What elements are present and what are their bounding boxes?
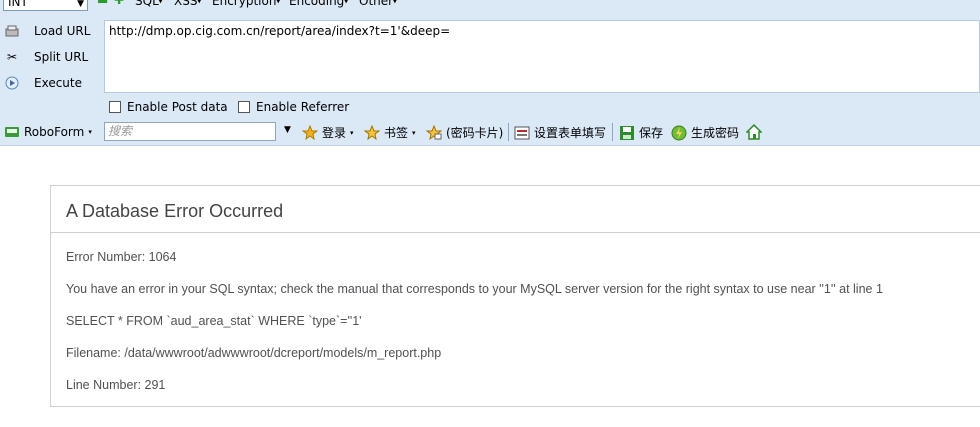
roboform-icon: [4, 124, 20, 140]
scissors-icon: ✂: [6, 50, 18, 64]
minus-icon[interactable]: ▬: [97, 0, 108, 6]
roboform-label: RoboForm: [24, 125, 85, 139]
menu-sql-label: SQL: [135, 0, 159, 8]
login-button[interactable]: 登录 ▾: [302, 124, 354, 141]
plus-icon[interactable]: ✚: [114, 0, 124, 6]
login-label: 登录: [322, 126, 347, 140]
fill-forms-label: 设置表单填写: [534, 126, 607, 140]
checkbox-box[interactable]: [109, 101, 121, 113]
menu-encoding-label: Encoding: [289, 0, 345, 8]
toolbar-separator: [612, 123, 613, 141]
menu-encryption[interactable]: Encryption▾: [212, 0, 280, 8]
form-icon: [514, 125, 530, 141]
bookmarks-button[interactable]: 书签 ▾: [364, 124, 416, 141]
enable-referrer-checkbox[interactable]: Enable Referrer: [238, 100, 349, 114]
checkbox-box[interactable]: [238, 101, 250, 113]
password-cards-button[interactable]: (密码卡片): [426, 124, 503, 141]
enable-post-label: Enable Post data: [127, 100, 228, 114]
error-line-number: Line Number: 291: [66, 378, 166, 392]
roboform-search-input[interactable]: 搜索: [104, 122, 276, 141]
menu-encoding[interactable]: Encoding▾: [289, 0, 348, 8]
chevron-down-icon: ▾: [412, 128, 416, 137]
error-message: You have an error in your SQL syntax; ch…: [66, 282, 883, 296]
error-title: A Database Error Occurred: [66, 201, 284, 221]
bookmarks-label: 书签: [384, 126, 409, 140]
load-url-label: Load URL: [34, 24, 91, 38]
error-panel: A Database Error Occurred Error Number: …: [50, 185, 980, 407]
int-select-value: INT: [8, 0, 28, 9]
bookmark-star-icon: [364, 124, 380, 141]
error-divider: [51, 232, 980, 233]
menu-xss-label: XSS: [174, 0, 198, 8]
int-select[interactable]: INT ▼: [3, 0, 88, 11]
generate-password-button[interactable]: 生成密码: [671, 124, 739, 141]
enable-post-checkbox[interactable]: Enable Post data: [109, 100, 228, 114]
save-icon: [619, 125, 635, 141]
load-url-icon: [4, 23, 20, 39]
split-url-button[interactable]: ✂ Split URL: [2, 46, 100, 68]
menu-other[interactable]: Other▾: [359, 0, 397, 8]
toolbar-separator: [508, 123, 509, 141]
url-textarea[interactable]: http://dmp.op.cig.com.cn/report/area/ind…: [104, 20, 980, 93]
password-cards-label: (密码卡片): [446, 126, 504, 140]
execute-button[interactable]: Execute: [2, 72, 100, 94]
fill-forms-button[interactable]: 设置表单填写: [514, 124, 606, 141]
password-card-icon: [426, 124, 442, 141]
play-icon: [4, 75, 20, 91]
error-query: SELECT * FROM `aud_area_stat` WHERE `typ…: [66, 314, 362, 328]
roboform-toolbar: RoboForm ▾ 搜索 ▼ 登录 ▾ 书签 ▾ (密码卡片) 设置表单填写 …: [0, 118, 980, 146]
menu-xss[interactable]: XSS▾: [174, 0, 201, 8]
login-icon: [302, 124, 318, 141]
enable-referrer-label: Enable Referrer: [256, 100, 350, 114]
execute-label: Execute: [34, 76, 82, 90]
home-icon: [746, 124, 762, 140]
error-number: Error Number: 1064: [66, 250, 177, 264]
menu-encryption-label: Encryption: [212, 0, 277, 8]
search-dropdown-icon[interactable]: ▼: [284, 125, 291, 135]
load-url-button[interactable]: Load URL: [2, 20, 100, 42]
roboform-menu[interactable]: RoboForm ▾: [4, 124, 92, 140]
save-label: 保存: [639, 126, 664, 140]
save-button[interactable]: 保存: [619, 124, 663, 141]
home-button[interactable]: [746, 124, 766, 140]
chevron-down-icon: ▾: [88, 128, 92, 136]
error-filename: Filename: /data/wwwroot/adwwwroot/dcrepo…: [66, 346, 442, 360]
menu-other-label: Other: [359, 0, 394, 8]
chevron-down-icon: ▼: [77, 0, 84, 9]
menu-sql[interactable]: SQL▾: [135, 0, 162, 8]
generate-password-icon: [671, 125, 687, 141]
chevron-down-icon: ▾: [350, 128, 354, 137]
split-url-label: Split URL: [34, 50, 89, 64]
generate-password-label: 生成密码: [691, 126, 740, 140]
